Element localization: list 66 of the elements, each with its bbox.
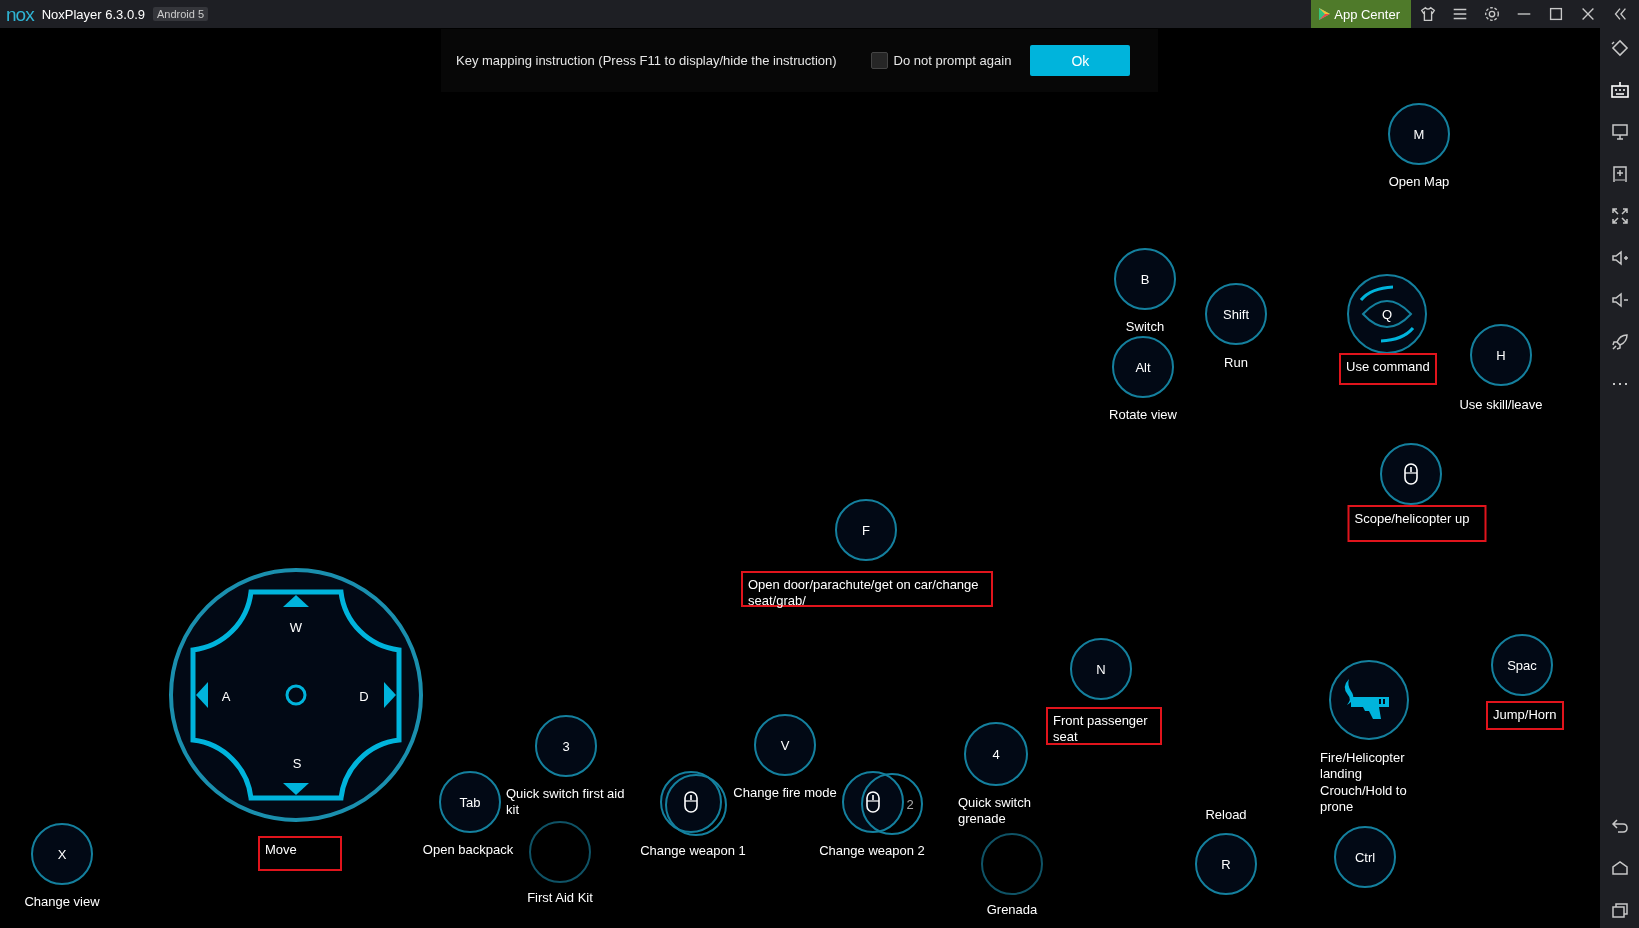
action-label: First Aid Kit [527, 890, 593, 906]
key-circle[interactable]: Q [1347, 274, 1427, 354]
key-circle[interactable]: 4 [964, 722, 1028, 786]
action-label: Quick switch first aid kit [506, 786, 626, 818]
key-circle[interactable]: H [1470, 324, 1532, 386]
key-letter: H [1496, 347, 1506, 363]
key-circle[interactable]: Alt [1112, 336, 1174, 398]
key-letter: Shift [1223, 306, 1249, 322]
instruction-text: Key mapping instruction (Press F11 to display/hide the instruction) [456, 53, 837, 68]
version-badge: Android 5 [153, 7, 209, 21]
key-circle[interactable]: F [835, 499, 897, 561]
action-label: Grenada [986, 902, 1038, 918]
key-letter: D [359, 688, 369, 704]
key-letter: R [1221, 856, 1231, 872]
key-circle[interactable]: R [1195, 833, 1257, 895]
key-letter: Q [1381, 306, 1393, 322]
key-letter: N [1096, 661, 1106, 677]
key-circle[interactable]: Spac [1491, 634, 1553, 696]
action-label: Change weapon 2 [819, 843, 925, 859]
key-letter: W [289, 619, 303, 635]
action-label: Change weapon 1 [640, 843, 746, 859]
key-letter: S [292, 755, 302, 771]
window-title: NoxPlayer 6.3.0.9 [41, 6, 145, 22]
key-letter: Ctrl [1354, 849, 1376, 865]
key-circle[interactable]: 3 [535, 715, 597, 777]
action-label: Run [1224, 355, 1248, 371]
action-label: Change fire mode [733, 785, 837, 801]
key-circle[interactable]: X [31, 823, 93, 885]
key-circle[interactable]: Tab [439, 771, 501, 833]
key-letter: A [221, 688, 231, 704]
key-circle[interactable]: N [1070, 638, 1132, 700]
action-label: Reload [1205, 807, 1247, 823]
action-label: Use skill/leave [1459, 397, 1543, 413]
app-center-button[interactable]: App Center [1311, 0, 1411, 28]
action-label: Front passenger seat [1046, 707, 1162, 745]
key-letter: 3 [562, 738, 570, 754]
key-letter: F [862, 522, 870, 538]
action-label: Open Map [1388, 174, 1450, 190]
key-letter: Spac [1507, 657, 1537, 673]
action-label: Open backpack [422, 842, 514, 858]
key-letter: B [1140, 271, 1150, 287]
action-label: Change view [24, 894, 100, 910]
key-circle[interactable]: Shift [1205, 283, 1267, 345]
action-label: Scope/helicopter up [1347, 505, 1487, 542]
action-label: Crouch/Hold to prone [1320, 783, 1408, 815]
key-letter: V [780, 737, 790, 753]
action-label: Open door/parachute/get on car/change seat/grab/ [741, 571, 993, 607]
key-circle[interactable]: Ctrl [1334, 826, 1396, 888]
key-circle[interactable]: V [754, 714, 816, 776]
key-letter: M [1413, 126, 1425, 142]
key-letter: 4 [992, 746, 1000, 762]
action-label: Use command [1339, 353, 1437, 385]
key-letter: Alt [1135, 359, 1151, 375]
checkbox-label[interactable]: Do not prompt again [893, 53, 1012, 68]
key-letter: X [57, 846, 67, 862]
action-label: Quick switch grenade [958, 795, 1032, 827]
action-label: Switch [1125, 319, 1165, 335]
key-circle[interactable]: B [1114, 248, 1176, 310]
action-label: Jump/Horn [1486, 701, 1564, 730]
action-label: Fire/Helicopter landing [1320, 750, 1406, 782]
action-label: Move [258, 836, 342, 871]
key-letter: Tab [459, 794, 481, 810]
app-logo: nox [6, 4, 34, 24]
action-label: Rotate view [1109, 407, 1177, 423]
key-letter: 2 [906, 796, 914, 812]
key-circle[interactable]: M [1388, 103, 1450, 165]
